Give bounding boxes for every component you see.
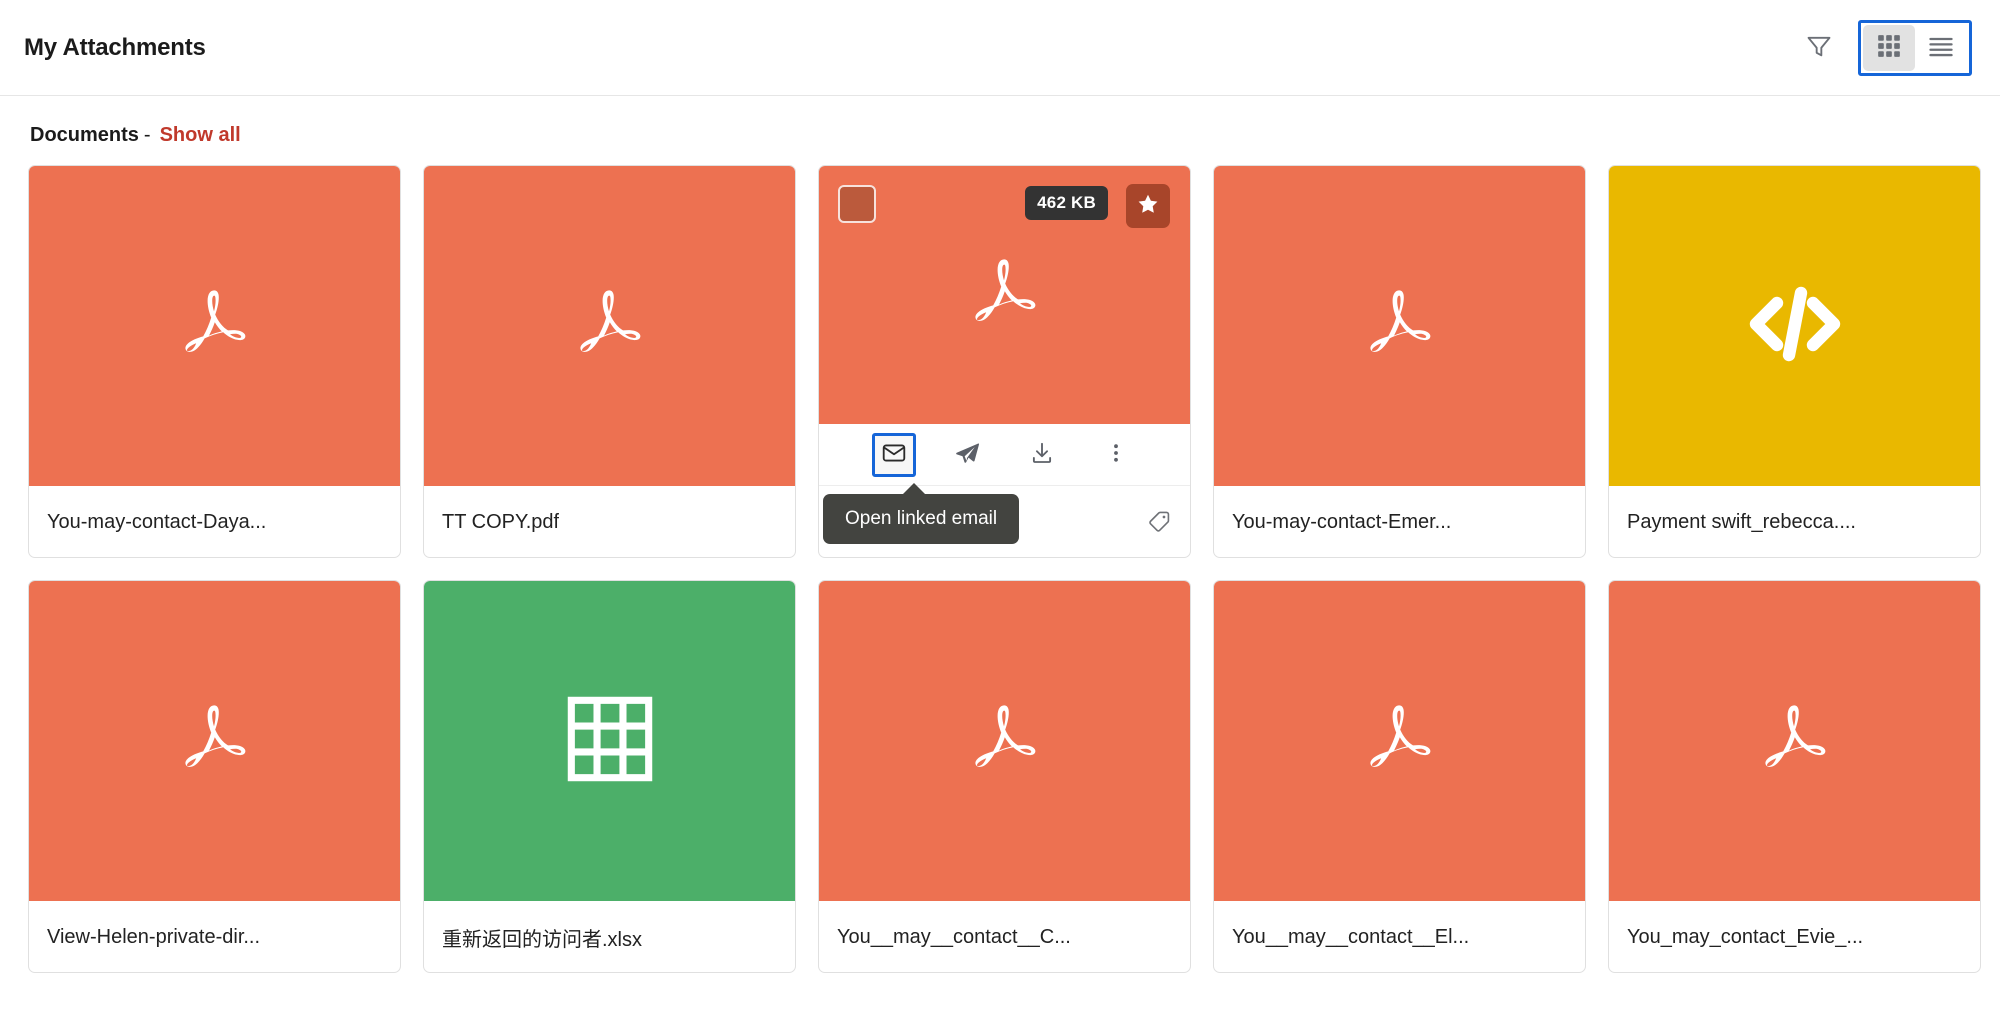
favorite-star-button[interactable] [1126,184,1170,228]
attachment-card[interactable]: 重新返回的访问者.xlsx [423,580,796,973]
attachment-card[interactable]: You_may_contact_Evie_... [1608,580,1981,973]
file-name: You-may-contact-Daya... [47,511,266,534]
attachment-thumbnail[interactable] [1214,581,1585,901]
file-name: TT COPY.pdf [442,511,559,534]
view-toggle-group[interactable] [1858,20,1972,76]
more-options-button[interactable] [1094,433,1138,477]
three-dots-vertical-icon [1104,441,1128,468]
attachments-grid: You-may-contact-Daya... TT COPY.pdf 462 … [0,165,2000,973]
tag-icon[interactable] [1146,509,1172,535]
filter-button[interactable] [1798,27,1840,69]
file-name: Payment swift_rebecca.... [1627,511,1856,534]
pdf-acrobat-icon [167,691,263,792]
download-button[interactable] [1020,433,1064,477]
section-separator: - [144,124,151,147]
attachment-thumbnail[interactable] [1214,166,1585,486]
attachment-caption: TT COPY.pdf [424,486,795,558]
attachment-card[interactable]: View-Helen-private-dir... [28,580,401,973]
tooltip: Open linked email [823,494,1019,544]
section-title: Documents [30,124,139,147]
star-icon [1136,192,1160,221]
attachment-thumbnail[interactable] [1609,581,1980,901]
attachment-card[interactable]: You__may__contact__C... [818,580,1191,973]
attachment-card[interactable]: You-may-contact-Emer... [1213,165,1586,558]
file-name: You_may_contact_Evie_... [1627,926,1863,949]
attachment-card[interactable]: TT COPY.pdf [423,165,796,558]
page-header: My Attachments [0,0,2000,96]
open-linked-email-button[interactable] [872,433,916,477]
attachment-caption: You__may__contact__El... [1214,901,1585,973]
envelope-icon [881,440,907,469]
attachment-caption: 重新返回的访问者.xlsx [424,901,795,973]
page-title: My Attachments [24,34,206,62]
attachment-card[interactable]: You-may-contact-Daya... [28,165,401,558]
pdf-acrobat-icon [1352,276,1448,377]
file-name: You__may__contact__C... [837,926,1071,949]
list-view-button[interactable] [1915,25,1967,71]
filter-funnel-icon [1805,32,1833,63]
pdf-acrobat-icon [957,245,1053,346]
grid-view-icon [1876,33,1902,62]
attachment-thumbnail[interactable] [819,581,1190,901]
paper-plane-icon [954,440,981,470]
pdf-acrobat-icon [1747,691,1843,792]
pdf-acrobat-icon [1352,691,1448,792]
select-checkbox[interactable] [838,185,876,223]
download-icon [1029,440,1055,469]
code-brackets-icon [1741,281,1849,372]
header-actions [1798,20,1972,76]
attachment-thumbnail[interactable] [29,166,400,486]
file-name: You__may__contact__El... [1232,926,1469,949]
send-button[interactable] [946,433,990,477]
attachment-caption: You-may-contact-Daya... [29,486,400,558]
show-all-link[interactable]: Show all [160,124,241,147]
attachment-card-hovered[interactable]: 462 KB [818,165,1191,558]
spreadsheet-grid-icon [564,693,656,790]
attachment-card[interactable]: You__may__contact__El... [1213,580,1586,973]
attachment-thumbnail[interactable]: 462 KB [819,166,1190,424]
file-size-badge: 462 KB [1025,186,1108,220]
attachment-caption: You-may-contact-Emer... [1214,486,1585,558]
attachment-caption: You_may_contact_Evie_... [1609,901,1980,973]
attachment-caption: View-Helen-private-dir... [29,901,400,973]
attachment-thumbnail[interactable] [424,581,795,901]
file-name: You-may-contact-Emer... [1232,511,1451,534]
attachment-thumbnail[interactable] [1609,166,1980,486]
attachment-thumbnail[interactable] [424,166,795,486]
pdf-acrobat-icon [167,276,263,377]
attachment-caption: You__may__contact__C... [819,901,1190,973]
pdf-acrobat-icon [957,691,1053,792]
attachment-thumbnail[interactable] [29,581,400,901]
attachment-card[interactable]: Payment swift_rebecca.... [1608,165,1981,558]
section-header: Documents - Show all [0,96,2000,165]
grid-view-button[interactable] [1863,25,1915,71]
file-name: View-Helen-private-dir... [47,926,260,949]
card-action-bar [819,424,1190,486]
pdf-acrobat-icon [562,276,658,377]
attachment-caption: Payment swift_rebecca.... [1609,486,1980,558]
file-name: 重新返回的访问者.xlsx [442,923,642,952]
list-view-icon [1927,32,1955,63]
